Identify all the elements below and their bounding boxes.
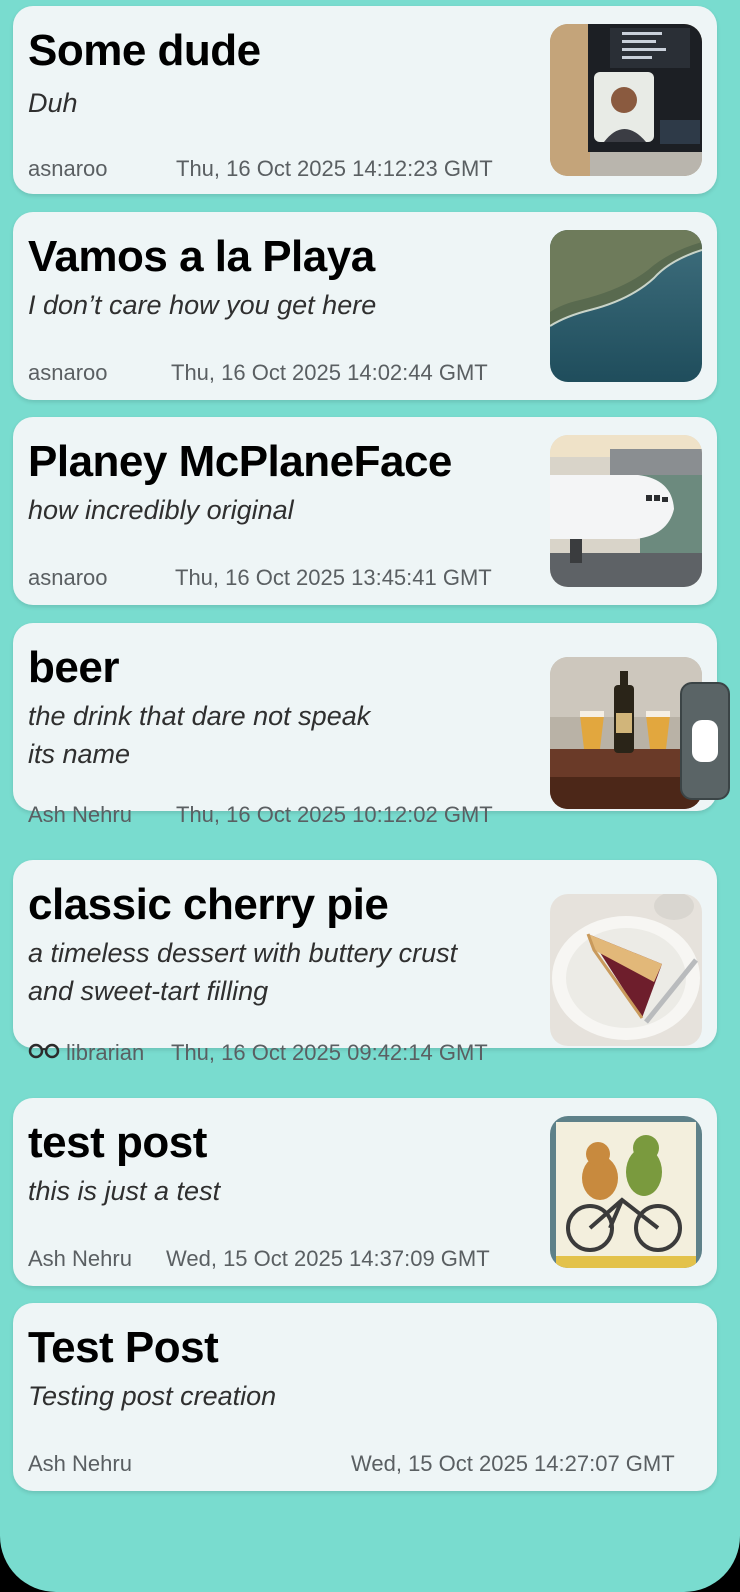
post-title: Some dude — [28, 26, 261, 75]
post-author: asnaroo — [28, 360, 108, 385]
post-title: classic cherry pie — [28, 880, 389, 929]
photo-cherry-pie-icon — [550, 894, 702, 1046]
post-card[interactable]: beer the drink that dare not speak its n… — [13, 623, 717, 811]
post-subtitle: a timeless dessert with buttery crust an… — [28, 934, 457, 1010]
post-title: Vamos a la Playa — [28, 232, 375, 281]
post-date: Thu, 16 Oct 2025 14:02:44 GMT — [171, 360, 488, 385]
post-card[interactable]: Planey McPlaneFace how incredibly origin… — [13, 417, 717, 605]
post-subtitle: Duh — [28, 88, 78, 118]
photo-person-laptop-icon — [550, 24, 702, 176]
post-subtitle: the drink that dare not speak its name — [28, 697, 370, 773]
post-title: beer — [28, 643, 119, 692]
post-date: Wed, 15 Oct 2025 14:27:07 GMT — [351, 1451, 675, 1476]
post-subtitle-line: a timeless dessert with buttery crust — [28, 938, 458, 968]
post-author: Ash Nehru — [28, 1246, 132, 1271]
post-author: librarian — [66, 1040, 145, 1065]
photo-frog-toad-bicycle-icon — [550, 1116, 702, 1268]
feed-screen: Some dude Duh asnaroo Thu, 16 Oct 2025 1… — [0, 0, 740, 1592]
post-subtitle-line: its name — [28, 739, 131, 769]
post-subtitle-line: and sweet-tart filling — [28, 976, 269, 1006]
post-title: test post — [28, 1118, 207, 1167]
post-subtitle: how incredibly original — [28, 495, 294, 525]
post-card[interactable]: Some dude Duh asnaroo Thu, 16 Oct 2025 1… — [13, 6, 717, 194]
post-card[interactable]: test post this is just a test Ash Nehru … — [13, 1098, 717, 1286]
post-subtitle: Testing post creation — [28, 1381, 277, 1411]
post-date: Thu, 16 Oct 2025 09:42:14 GMT — [171, 1040, 488, 1065]
post-card[interactable]: classic cherry pie a timeless dessert wi… — [13, 860, 717, 1048]
post-title: Planey McPlaneFace — [28, 437, 452, 486]
scroll-knob[interactable] — [692, 720, 718, 762]
photo-coastline-icon — [550, 230, 702, 382]
post-card[interactable]: Vamos a la Playa I don’t care how you ge… — [13, 212, 717, 400]
post-card[interactable]: Test Post Testing post creation Ash Nehr… — [13, 1303, 717, 1491]
post-author: asnaroo — [28, 156, 108, 181]
post-date: Wed, 15 Oct 2025 14:37:09 GMT — [166, 1246, 490, 1271]
photo-airplane-icon — [550, 435, 702, 587]
post-date: Thu, 16 Oct 2025 13:45:41 GMT — [175, 565, 492, 590]
post-subtitle: I don’t care how you get here — [28, 290, 377, 320]
post-subtitle-line: the drink that dare not speak — [28, 701, 371, 731]
post-subtitle: this is just a test — [28, 1176, 221, 1206]
glasses-icon — [28, 1040, 60, 1066]
post-title: Test Post — [28, 1323, 219, 1372]
post-author: Ash Nehru — [28, 802, 132, 827]
scroll-handle[interactable] — [680, 682, 730, 800]
post-date: Thu, 16 Oct 2025 10:12:02 GMT — [176, 802, 493, 827]
post-author: Ash Nehru — [28, 1451, 132, 1476]
post-author: asnaroo — [28, 565, 108, 590]
post-date: Thu, 16 Oct 2025 14:12:23 GMT — [176, 156, 493, 181]
